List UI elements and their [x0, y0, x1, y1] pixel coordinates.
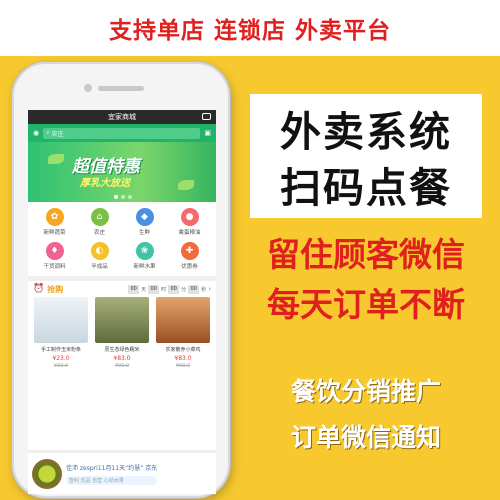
- slogan-2: 每天订单不断: [267, 285, 465, 324]
- flash-sale-header: ⏰ 抢购 00 天 00 时 00 分 00 秒 ›: [28, 281, 216, 297]
- headline-2: 扫码点餐: [250, 150, 482, 218]
- search-input[interactable]: ⌕ 农庄: [43, 127, 201, 139]
- product-name: 原生态绿色糯米: [104, 347, 140, 353]
- ad-banner[interactable]: 佳沛 zespri11月11天“约慧” 京东 智利 优品 自营 心动水果: [28, 450, 216, 494]
- search-placeholder: 农庄: [51, 130, 64, 138]
- category-icon: ✚: [180, 242, 199, 260]
- product-price: ¥83.0: [113, 355, 131, 362]
- product-original-price: ¥30.0: [53, 363, 69, 369]
- timer-unit: 分: [181, 286, 187, 293]
- product-card[interactable]: 农家散养小菜鸡 ¥83.0 ¥90.0: [154, 297, 212, 369]
- category-item[interactable]: ✚ 优惠券: [167, 242, 212, 270]
- category-icon: ♦: [45, 242, 64, 260]
- timer-unit: 天: [141, 286, 147, 293]
- ad-title: 佳沛 zespri11月11天“约慧” 京东: [66, 464, 158, 472]
- category-label: 半成品: [91, 264, 108, 270]
- category-label: 优惠券: [181, 264, 198, 270]
- product-image: [156, 297, 210, 343]
- category-item[interactable]: ⌂ 农庄: [77, 208, 122, 236]
- product-list: 手工制作玉米粉条 ¥23.0 ¥30.0 原生态绿色糯米 ¥83.0 ¥90.0…: [28, 297, 216, 369]
- category-icon: ◐: [90, 242, 109, 260]
- carousel-dots: [114, 195, 132, 199]
- category-item[interactable]: ◐ 半成品: [77, 242, 122, 270]
- timer-days: 00: [128, 284, 140, 294]
- search-icon: ⌕: [46, 129, 50, 136]
- product-card[interactable]: 手工制作玉米粉条 ¥23.0 ¥30.0: [32, 297, 90, 369]
- promo-banner[interactable]: 超值特惠 厚乳大放送: [28, 142, 216, 202]
- banner-text: 支持单店 连锁店 外卖平台: [108, 18, 391, 44]
- feature-2: 订单微信通知: [290, 423, 441, 452]
- kiwi-image: [32, 458, 62, 489]
- feature-1: 餐饮分销推广: [290, 377, 441, 406]
- leaf-decoration: [48, 154, 64, 164]
- category-icon: ●: [180, 208, 199, 226]
- product-price: ¥23.0: [52, 355, 70, 362]
- category-item[interactable]: ◆ 生鲜: [122, 208, 167, 236]
- product-price: ¥83.0: [174, 355, 192, 362]
- promo-subtitle: 厚乳大放送: [80, 178, 130, 189]
- category-item[interactable]: ❀ 新鲜水果: [122, 242, 167, 270]
- product-original-price: ¥90.0: [175, 363, 191, 369]
- scan-icon[interactable]: ▣: [204, 129, 211, 137]
- category-label: 禽蛋粮油: [178, 230, 201, 236]
- product-image: [34, 297, 88, 343]
- phone-mockup: 宜家商城 ◉ ⌕ 农庄 ▣ 超值特惠 厚乳大放送 ✿ 新鲜蔬菜 ⌂ 农庄 ◆ 生…: [12, 62, 230, 498]
- phone-screen: 宜家商城 ◉ ⌕ 农庄 ▣ 超值特惠 厚乳大放送 ✿ 新鲜蔬菜 ⌂ 农庄 ◆ 生…: [28, 110, 216, 494]
- category-grid: ✿ 新鲜蔬菜 ⌂ 农庄 ◆ 生鲜 ● 禽蛋粮油 ♦ 干货调料 ◐ 半成品 ❀ 新…: [28, 202, 216, 272]
- timer-minutes: 00: [168, 284, 180, 294]
- category-item[interactable]: ● 禽蛋粮油: [167, 208, 212, 236]
- category-item[interactable]: ♦ 干货调料: [32, 242, 77, 270]
- chevron-right-icon[interactable]: ›: [208, 285, 211, 293]
- flash-sale-title: 抢购: [47, 284, 64, 294]
- category-label: 新鲜蔬菜: [43, 230, 66, 236]
- ad-subtitle: 智利 优品 自营 心动水果: [66, 475, 158, 485]
- timer-unit: 秒: [201, 286, 207, 293]
- category-label: 生鲜: [138, 230, 150, 236]
- category-label: 新鲜水果: [133, 264, 156, 270]
- product-name: 农家散养小菜鸡: [165, 347, 201, 353]
- category-item[interactable]: ✿ 新鲜蔬菜: [32, 208, 77, 236]
- timer-hours: 00: [148, 284, 160, 294]
- category-icon: ⌂: [90, 208, 109, 226]
- app-title: 宜家商城: [108, 113, 136, 121]
- product-image: [95, 297, 149, 343]
- product-name: 手工制作玉米粉条: [40, 347, 81, 353]
- product-card[interactable]: 原生态绿色糯米 ¥83.0 ¥90.0: [93, 297, 151, 369]
- slogan-1: 留住顾客微信: [267, 235, 465, 274]
- countdown-timer: 00 天 00 时 00 分 00 秒 ›: [128, 284, 211, 294]
- speaker: [98, 86, 144, 91]
- camera: [84, 84, 92, 92]
- category-icon: ◆: [135, 208, 154, 226]
- search-row: ◉ ⌕ 农庄 ▣: [28, 124, 216, 142]
- clock-icon: ⏰: [33, 284, 45, 294]
- app-titlebar: 宜家商城: [28, 110, 216, 124]
- product-original-price: ¥90.0: [114, 363, 130, 369]
- category-icon: ✿: [45, 208, 64, 226]
- category-icon: ❀: [135, 242, 154, 260]
- headline-block: 扫码点餐: [236, 150, 496, 218]
- message-icon[interactable]: [202, 113, 211, 120]
- top-banner: 支持单店 连锁店 外卖平台: [0, 0, 500, 56]
- leaf-decoration: [178, 180, 194, 190]
- timer-seconds: 00: [188, 284, 200, 294]
- category-label: 农庄: [93, 230, 105, 236]
- category-label: 干货调料: [43, 264, 66, 270]
- location-icon[interactable]: ◉: [33, 129, 39, 137]
- timer-unit: 时: [161, 286, 167, 293]
